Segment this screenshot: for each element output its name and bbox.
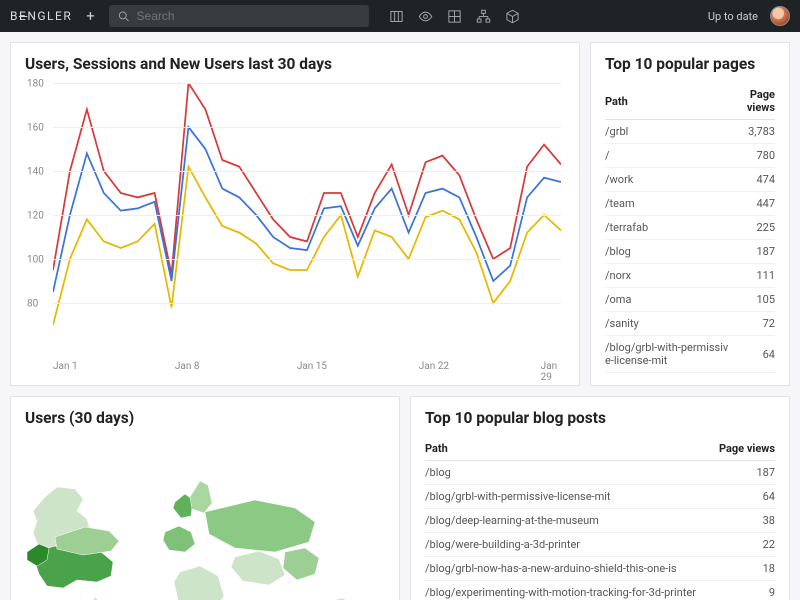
cell-path: /grbl: [605, 120, 729, 144]
series-users: [53, 127, 561, 292]
cell-path: /blog/grbl-now-has-a-new-arduino-shield-…: [425, 557, 715, 581]
table-row[interactable]: /blog/grbl-with-permissive-license-mit64: [425, 485, 775, 509]
card-top-posts: Top 10 popular blog posts Path Page view…: [410, 396, 790, 600]
table-row[interactable]: /norx111: [605, 264, 775, 288]
sitemap-icon[interactable]: [476, 9, 491, 24]
avatar[interactable]: [770, 6, 790, 26]
cell-views: 111: [729, 264, 775, 288]
table-row[interactable]: /grbl3,783: [605, 120, 775, 144]
cell-views: 3,783: [729, 120, 775, 144]
cube-icon[interactable]: [505, 9, 520, 24]
world-map[interactable]: [25, 437, 385, 600]
line-chart: Jan 1Jan 8Jan 15Jan 22Jan 29 80100120140…: [25, 83, 565, 363]
eye-icon[interactable]: [418, 9, 433, 24]
x-tick: Jan 29: [541, 361, 561, 383]
x-tick: Jan 15: [297, 361, 327, 372]
table-row[interactable]: /blog187: [425, 461, 775, 485]
table-row[interactable]: /blog187: [605, 240, 775, 264]
chart-title: Users, Sessions and New Users last 30 da…: [25, 55, 565, 73]
region-africa: [174, 566, 224, 600]
cell-views: 18: [715, 557, 775, 581]
cell-path: /blog/experimenting-with-motion-tracking…: [425, 581, 715, 600]
map-title: Users (30 days): [25, 409, 385, 427]
top-posts-title: Top 10 popular blog posts: [425, 409, 775, 427]
cell-path: /blog/deep-learning-at-the-museum: [425, 509, 715, 533]
table-row[interactable]: /team447: [605, 192, 775, 216]
cell-views: 9: [715, 581, 775, 600]
table-row[interactable]: /blog/experimenting-with-motion-tracking…: [425, 581, 775, 600]
cell-views: 64: [715, 485, 775, 509]
top-posts-table: Path Page views /blog187/blog/grbl-with-…: [425, 437, 775, 600]
col-path: Path: [605, 83, 729, 120]
region-westeurope: [163, 526, 195, 552]
table-row[interactable]: /blog/deep-learning-at-the-museum38: [425, 509, 775, 533]
cell-path: /norx: [605, 264, 729, 288]
top-pages-title: Top 10 popular pages: [605, 55, 775, 73]
region-mideast: [231, 551, 285, 585]
table-row[interactable]: /work474: [605, 168, 775, 192]
x-tick: Jan 1: [53, 361, 78, 372]
search-icon: [117, 9, 131, 24]
x-tick: Jan 22: [419, 361, 449, 372]
search-input[interactable]: [137, 9, 361, 23]
col-path: Path: [425, 437, 715, 461]
search-box[interactable]: [109, 5, 369, 27]
cell-path: /terrafab: [605, 216, 729, 240]
table-row[interactable]: /blog/were-building-a-3d-printer22: [425, 533, 775, 557]
cell-path: /blog/grbl-with-permissive-license-mit: [425, 485, 715, 509]
col-views: Page views: [715, 437, 775, 461]
card-users-sessions: Users, Sessions and New Users last 30 da…: [10, 42, 580, 386]
col-views: Page views: [729, 83, 775, 120]
region-russia: [205, 500, 315, 552]
table-row[interactable]: /oma105: [605, 288, 775, 312]
cell-views: 474: [729, 168, 775, 192]
topbar: BENGLER + Up to date: [0, 0, 800, 32]
cell-views: 105: [729, 288, 775, 312]
cell-views: 22: [715, 533, 775, 557]
cell-path: /blog: [605, 240, 729, 264]
sync-status: Up to date: [708, 10, 758, 23]
table-row[interactable]: /sanity72: [605, 312, 775, 336]
table-row[interactable]: /780: [605, 144, 775, 168]
cell-path: /work: [605, 168, 729, 192]
series-new-users: [53, 167, 561, 325]
table-row[interactable]: /terrafab225: [605, 216, 775, 240]
cell-views: 187: [729, 240, 775, 264]
grid-icon[interactable]: [447, 9, 462, 24]
series-sessions: [53, 83, 561, 274]
cell-views: 780: [729, 144, 775, 168]
cell-path: /blog/were-building-a-3d-printer: [425, 533, 715, 557]
table-row[interactable]: /blog/grbl-with-permissive-license-mit64: [605, 336, 775, 373]
cell-views: 187: [715, 461, 775, 485]
cell-path: /blog: [425, 461, 715, 485]
add-button[interactable]: +: [82, 7, 99, 25]
brand-logo[interactable]: BENGLER: [10, 9, 72, 23]
topbar-tools: [389, 9, 520, 24]
top-pages-table: Path Page views /grbl3,783/780/work474/t…: [605, 83, 775, 373]
cell-path: /sanity: [605, 312, 729, 336]
cell-views: 64: [729, 336, 775, 373]
x-tick: Jan 8: [175, 361, 200, 372]
table-row[interactable]: /blog/grbl-now-has-a-new-arduino-shield-…: [425, 557, 775, 581]
region-china: [283, 548, 319, 580]
cell-path: /: [605, 144, 729, 168]
cell-path: /oma: [605, 288, 729, 312]
cell-views: 447: [729, 192, 775, 216]
cell-views: 38: [715, 509, 775, 533]
cell-views: 72: [729, 312, 775, 336]
cell-views: 225: [729, 216, 775, 240]
cell-path: /team: [605, 192, 729, 216]
card-users-map: Users (30 days): [10, 396, 400, 600]
columns-icon[interactable]: [389, 9, 404, 24]
region-scand: [190, 481, 212, 513]
cell-path: /blog/grbl-with-permissive-license-mit: [605, 336, 729, 373]
card-top-pages: Top 10 popular pages Path Page views /gr…: [590, 42, 790, 386]
